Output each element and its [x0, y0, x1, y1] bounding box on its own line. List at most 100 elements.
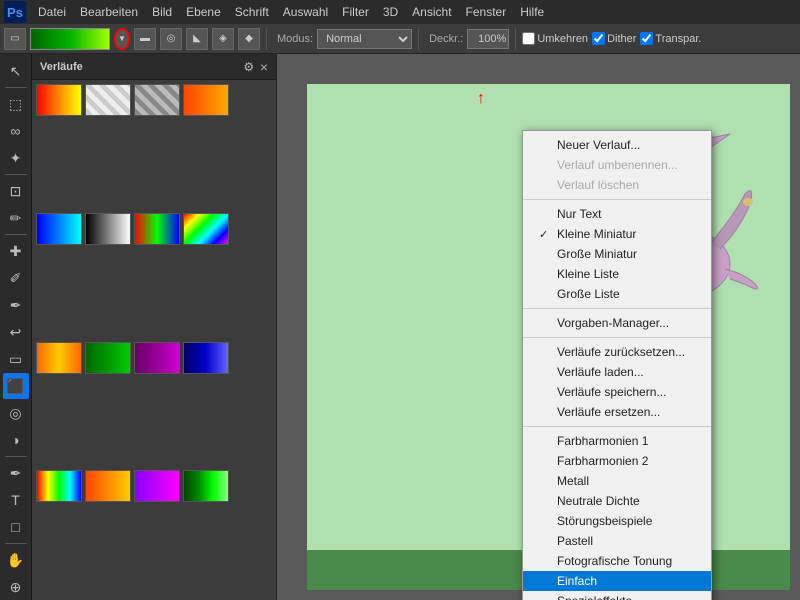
- menu-bild[interactable]: Bild: [146, 3, 178, 21]
- gradient-swatch-4[interactable]: [36, 213, 82, 245]
- gradient-dropdown-arrow[interactable]: ▼: [114, 28, 130, 50]
- tool-dodge[interactable]: ◑: [3, 427, 29, 453]
- tool-move[interactable]: ↖: [3, 58, 29, 84]
- tool-eyedropper[interactable]: ✏: [3, 205, 29, 231]
- tool-eraser[interactable]: ▭: [3, 346, 29, 372]
- menu-ebene[interactable]: Ebene: [180, 3, 227, 21]
- menu-label-3-3: Verläufe ersetzen...: [557, 405, 660, 419]
- tool-lasso[interactable]: ∞: [3, 118, 29, 144]
- reflected-gradient-btn[interactable]: ◈: [212, 28, 234, 50]
- gradient-swatch-6[interactable]: [134, 213, 180, 245]
- deckkraft-input[interactable]: [467, 29, 509, 49]
- dither-checkbox[interactable]: [592, 32, 605, 45]
- canvas-area: Neuer Verlauf...Verlauf umbenennen...Ver…: [277, 54, 800, 600]
- menu-item-0-0[interactable]: Neuer Verlauf...: [523, 135, 711, 155]
- menu-3d[interactable]: 3D: [377, 3, 404, 21]
- menu-item-4-8[interactable]: Spezialeffekte: [523, 591, 711, 600]
- gradient-swatch-13[interactable]: [85, 470, 131, 502]
- menu-item-1-3[interactable]: Kleine Liste: [523, 264, 711, 284]
- tool-options-btn1[interactable]: ▭: [4, 28, 26, 50]
- menu-item-4-7[interactable]: Einfach: [523, 571, 711, 591]
- menu-item-4-6[interactable]: Fotografische Tonung: [523, 551, 711, 571]
- tools-sidebar: ↖ ⬚ ∞ ✦ ⊡ ✏ ✚ ✐ ✒ ↩ ▭ ⬛ ◎ ◑ ✒ T □ ✋ ⊕: [0, 54, 32, 600]
- gradient-swatch-15[interactable]: [183, 470, 229, 502]
- menu-item-3-1[interactable]: Verläufe laden...: [523, 362, 711, 382]
- menu-item-1-4[interactable]: Große Liste: [523, 284, 711, 304]
- menu-auswahl[interactable]: Auswahl: [277, 3, 334, 21]
- gradient-swatch-2[interactable]: [134, 84, 180, 116]
- tool-hand[interactable]: ✋: [3, 547, 29, 573]
- menu-item-1-2[interactable]: Große Miniatur: [523, 244, 711, 264]
- menu-fenster[interactable]: Fenster: [460, 3, 513, 21]
- main-layout: ↖ ⬚ ∞ ✦ ⊡ ✏ ✚ ✐ ✒ ↩ ▭ ⬛ ◎ ◑ ✒ T □ ✋ ⊕ Ve…: [0, 54, 800, 600]
- gradient-swatch-9[interactable]: [85, 342, 131, 374]
- diamond-gradient-btn[interactable]: ◆: [238, 28, 260, 50]
- menu-item-3-3[interactable]: Verläufe ersetzen...: [523, 402, 711, 422]
- tool-crop[interactable]: ⊡: [3, 178, 29, 204]
- gradient-swatch-12[interactable]: [36, 470, 82, 502]
- tool-history[interactable]: ↩: [3, 319, 29, 345]
- menu-item-4-3[interactable]: Neutrale Dichte: [523, 491, 711, 511]
- tool-text[interactable]: T: [3, 487, 29, 513]
- modus-label: Modus:: [277, 33, 313, 45]
- tool-sep2: [5, 174, 27, 175]
- menu-item-3-2[interactable]: Verläufe speichern...: [523, 382, 711, 402]
- arrow-indicator: ↑: [477, 90, 485, 108]
- modus-select[interactable]: Normal Auflösen Multiplizieren: [317, 29, 412, 49]
- transparenz-checkbox-label[interactable]: Transpar.: [640, 32, 701, 45]
- ps-logo: Ps: [4, 1, 26, 23]
- gradient-swatch-7[interactable]: [183, 213, 229, 245]
- menu-ansicht[interactable]: Ansicht: [406, 3, 457, 21]
- menu-datei[interactable]: Datei: [32, 3, 72, 21]
- menu-item-1-0[interactable]: Nur Text: [523, 204, 711, 224]
- context-dropdown-menu: Neuer Verlauf...Verlauf umbenennen...Ver…: [522, 130, 712, 600]
- menu-schrift[interactable]: Schrift: [229, 3, 275, 21]
- panel-header: Verläufe ⚙ ×: [32, 54, 276, 80]
- gradient-swatch-8[interactable]: [36, 342, 82, 374]
- angle-gradient-btn[interactable]: ◣: [186, 28, 208, 50]
- gradient-preview-bar[interactable]: [30, 28, 110, 50]
- menu-bearbeiten[interactable]: Bearbeiten: [74, 3, 144, 21]
- transparenz-checkbox[interactable]: [640, 32, 653, 45]
- gradient-swatch-0[interactable]: [36, 84, 82, 116]
- menu-hilfe[interactable]: Hilfe: [514, 3, 550, 21]
- gradient-swatch-14[interactable]: [134, 470, 180, 502]
- tool-gradient[interactable]: ⬛: [3, 373, 29, 399]
- panel-controls: ⚙ ×: [238, 56, 268, 78]
- gradient-panel: Verläufe ⚙ ×: [32, 54, 277, 600]
- menu-item-4-1[interactable]: Farbharmonien 2: [523, 451, 711, 471]
- gradient-swatch-3[interactable]: [183, 84, 229, 116]
- menu-item-3-0[interactable]: Verläufe zurücksetzen...: [523, 342, 711, 362]
- tool-pen[interactable]: ✒: [3, 460, 29, 486]
- gradient-swatch-10[interactable]: [134, 342, 180, 374]
- tool-clone[interactable]: ✒: [3, 292, 29, 318]
- radial-gradient-btn[interactable]: ◎: [160, 28, 182, 50]
- gradient-swatch-5[interactable]: [85, 213, 131, 245]
- menu-item-2-0[interactable]: Vorgaben-Manager...: [523, 313, 711, 333]
- umkehren-checkbox[interactable]: [522, 32, 535, 45]
- menu-label-4-0: Farbharmonien 1: [557, 434, 648, 448]
- menu-item-4-0[interactable]: Farbharmonien 1: [523, 431, 711, 451]
- gradient-swatch-1[interactable]: [85, 84, 131, 116]
- menu-item-1-1[interactable]: ✓Kleine Miniatur: [523, 224, 711, 244]
- tool-magic-wand[interactable]: ✦: [3, 145, 29, 171]
- menu-section-3: Verläufe zurücksetzen...Verläufe laden..…: [523, 338, 711, 427]
- tool-marquee[interactable]: ⬚: [3, 91, 29, 117]
- menu-label-1-3: Kleine Liste: [557, 267, 619, 281]
- umkehren-checkbox-label[interactable]: Umkehren: [522, 32, 588, 45]
- menu-item-4-5[interactable]: Pastell: [523, 531, 711, 551]
- menu-item-4-2[interactable]: Metall: [523, 471, 711, 491]
- menu-label-4-5: Pastell: [557, 534, 593, 548]
- tool-zoom[interactable]: ⊕: [3, 574, 29, 600]
- panel-close-btn[interactable]: ×: [260, 59, 268, 75]
- tool-brush[interactable]: ✐: [3, 265, 29, 291]
- tool-blur[interactable]: ◎: [3, 400, 29, 426]
- panel-gear-icon[interactable]: ⚙: [238, 56, 260, 78]
- gradient-swatch-11[interactable]: [183, 342, 229, 374]
- menu-filter[interactable]: Filter: [336, 3, 375, 21]
- menu-item-4-4[interactable]: Störungsbeispiele: [523, 511, 711, 531]
- tool-shape[interactable]: □: [3, 514, 29, 540]
- dither-checkbox-label[interactable]: Dither: [592, 32, 636, 45]
- linear-gradient-btn[interactable]: ▬: [134, 28, 156, 50]
- tool-healing[interactable]: ✚: [3, 238, 29, 264]
